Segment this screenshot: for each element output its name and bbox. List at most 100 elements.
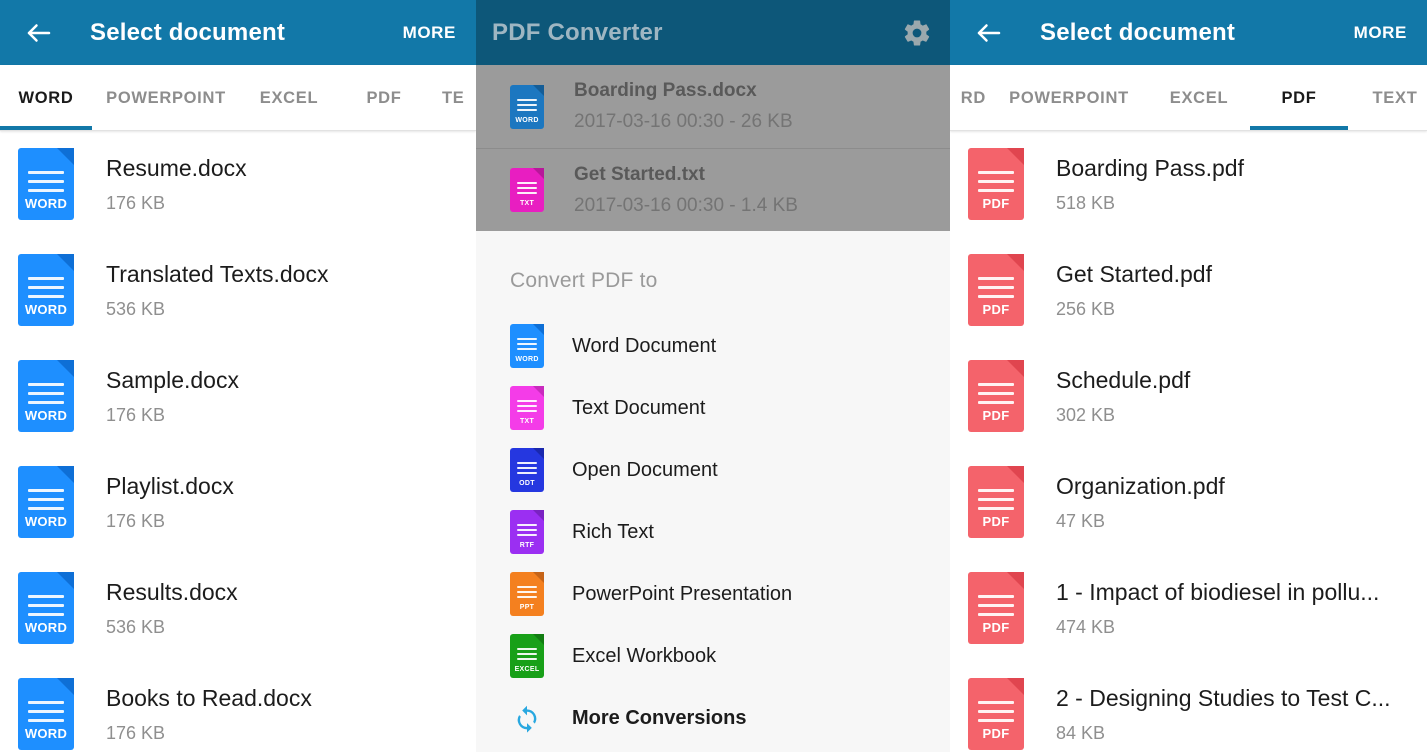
arrow-left-icon[interactable] [972, 16, 1006, 50]
menu-item-label: Word Document [572, 334, 717, 357]
icon-label: WORD [24, 514, 68, 530]
list-item[interactable]: PDF Organization.pdf 47 KB [950, 449, 1427, 555]
arrow-left-icon[interactable] [22, 16, 56, 50]
file-info: Get Started.txt 2017-03-16 00:30 - 1.4 K… [574, 164, 798, 217]
file-size: 176 KB [106, 192, 166, 213]
ppt-file-icon: PPT [510, 572, 544, 616]
tab-text[interactable]: TE [430, 89, 476, 130]
tab-word[interactable]: WORD [0, 89, 92, 130]
list-item[interactable]: WORD Translated Texts.docx 536 KB [0, 237, 476, 343]
left-tabs: WORD POWERPOINT EXCEL PDF TE [0, 64, 476, 130]
list-item[interactable]: PDF Boarding Pass.pdf 518 KB [950, 131, 1427, 237]
file-size: 176 KB [106, 404, 166, 425]
recent-files-overlay: WORD Boarding Pass.docx 2017-03-16 00:30… [476, 65, 950, 231]
file-size: 518 KB [1056, 192, 1116, 213]
word-file-icon: WORD [18, 254, 74, 326]
file-info: Schedule.pdf 302 KB [1056, 367, 1190, 426]
word-file-icon: WORD [510, 324, 544, 368]
list-item[interactable]: WORD Sample.docx 176 KB [0, 343, 476, 449]
page-title: Select document [1040, 18, 1236, 46]
more-button[interactable]: MORE [1350, 17, 1411, 49]
file-name: Get Started.txt [574, 163, 705, 185]
menu-item-label: Open Document [572, 458, 718, 481]
file-info: 2 - Designing Studies to Test C... 84 KB [1056, 685, 1391, 744]
tab-text[interactable]: TEXT [1348, 89, 1427, 130]
list-item[interactable]: PDF Get Started.pdf 256 KB [950, 237, 1427, 343]
list-item[interactable]: PDF Schedule.pdf 302 KB [950, 343, 1427, 449]
file-name: Translated Texts.docx [106, 260, 329, 287]
icon-label: WORD [24, 408, 68, 424]
sync-icon [510, 701, 544, 735]
tab-powerpoint[interactable]: POWERPOINT [92, 89, 240, 130]
right-tabs: RD POWERPOINT EXCEL PDF TEXT [950, 64, 1427, 130]
tab-excel[interactable]: EXCEL [1148, 89, 1250, 130]
file-name: Get Started.pdf [1056, 260, 1212, 287]
file-size: 302 KB [1056, 404, 1116, 425]
file-name: Books to Read.docx [106, 684, 312, 711]
file-info: Boarding Pass.pdf 518 KB [1056, 155, 1244, 214]
icon-label: ODT [519, 480, 535, 488]
tab-pdf[interactable]: PDF [1250, 89, 1348, 130]
panel-pdf-converter: PDF Converter WORD Boarding Pass.docx 20… [476, 0, 950, 752]
file-name: Schedule.pdf [1056, 366, 1191, 393]
file-meta: 2017-03-16 00:30 - 1.4 KB [574, 194, 798, 216]
word-file-icon: WORD [18, 466, 74, 538]
list-item[interactable]: WORD Books to Read.docx 176 KB [0, 661, 476, 752]
menu-item-label: PowerPoint Presentation [572, 582, 793, 605]
right-tabbar: RD POWERPOINT EXCEL PDF TEXT [950, 65, 1427, 131]
menu-item-more-conversions[interactable]: More Conversions [476, 687, 950, 749]
middle-toolbar: PDF Converter [476, 0, 950, 65]
left-toolbar: Select document MORE [0, 0, 476, 65]
icon-label: PPT [519, 604, 535, 612]
menu-item-powerpoint-presentation[interactable]: PPT PowerPoint Presentation [476, 563, 950, 625]
menu-item-excel-workbook[interactable]: EXCEL Excel Workbook [476, 625, 950, 687]
three-panel-screenshot: Select document MORE WORD POWERPOINT EXC… [0, 0, 1427, 752]
icon-label: PDF [982, 514, 1010, 530]
icon-label: WORD [24, 620, 68, 636]
gear-icon[interactable] [900, 16, 934, 50]
file-info: Playlist.docx 176 KB [106, 473, 234, 532]
pdf-file-icon: PDF [968, 466, 1024, 538]
list-item[interactable]: WORD Results.docx 536 KB [0, 555, 476, 661]
icon-label: PDF [982, 408, 1010, 424]
list-item[interactable]: WORD Boarding Pass.docx 2017-03-16 00:30… [476, 65, 950, 148]
right-file-list: PDF Boarding Pass.pdf 518 KB PDF Get Sta… [950, 131, 1427, 752]
icon-label: RTF [519, 542, 535, 550]
pdf-file-icon: PDF [968, 148, 1024, 220]
list-item[interactable]: WORD Resume.docx 176 KB [0, 131, 476, 237]
file-info: Get Started.pdf 256 KB [1056, 261, 1212, 320]
right-toolbar: Select document MORE [950, 0, 1427, 65]
menu-item-label: Rich Text [572, 520, 654, 543]
file-info: 1 - Impact of biodiesel in pollu... 474 … [1056, 579, 1379, 638]
tab-word[interactable]: RD [950, 89, 990, 130]
left-tabbar: WORD POWERPOINT EXCEL PDF TE [0, 65, 476, 131]
file-size: 84 KB [1056, 722, 1106, 743]
list-item[interactable]: PDF 2 - Designing Studies to Test C... 8… [950, 661, 1427, 752]
tab-powerpoint[interactable]: POWERPOINT [990, 89, 1148, 130]
rtf-file-icon: RTF [510, 510, 544, 554]
icon-label: PDF [982, 196, 1010, 212]
menu-item-label: Text Document [572, 396, 706, 419]
menu-item-open-document[interactable]: ODT Open Document [476, 439, 950, 501]
menu-item-rich-text[interactable]: RTF Rich Text [476, 501, 950, 563]
tab-indicator [1250, 126, 1348, 130]
menu-item-text-document[interactable]: TXT Text Document [476, 377, 950, 439]
panel-select-document-word: Select document MORE WORD POWERPOINT EXC… [0, 0, 476, 752]
tab-indicator [0, 126, 92, 130]
icon-label: WORD [515, 116, 539, 124]
more-button[interactable]: MORE [399, 17, 460, 49]
tab-pdf[interactable]: PDF [338, 89, 430, 130]
file-size: 176 KB [106, 510, 166, 531]
file-name: 2 - Designing Studies to Test C... [1056, 684, 1391, 711]
icon-label: WORD [515, 356, 539, 364]
tab-excel[interactable]: EXCEL [240, 89, 338, 130]
txt-file-icon: TXT [510, 386, 544, 430]
file-size: 474 KB [1056, 616, 1116, 637]
list-item[interactable]: WORD Playlist.docx 176 KB [0, 449, 476, 555]
menu-item-word-document[interactable]: WORD Word Document [476, 315, 950, 377]
file-info: Sample.docx 176 KB [106, 367, 239, 426]
convert-sheet: Convert PDF to WORD Word Document TXT Te… [476, 231, 950, 752]
icon-label: TXT [519, 418, 535, 426]
list-item[interactable]: TXT Get Started.txt 2017-03-16 00:30 - 1… [476, 148, 950, 231]
list-item[interactable]: PDF 1 - Impact of biodiesel in pollu... … [950, 555, 1427, 661]
